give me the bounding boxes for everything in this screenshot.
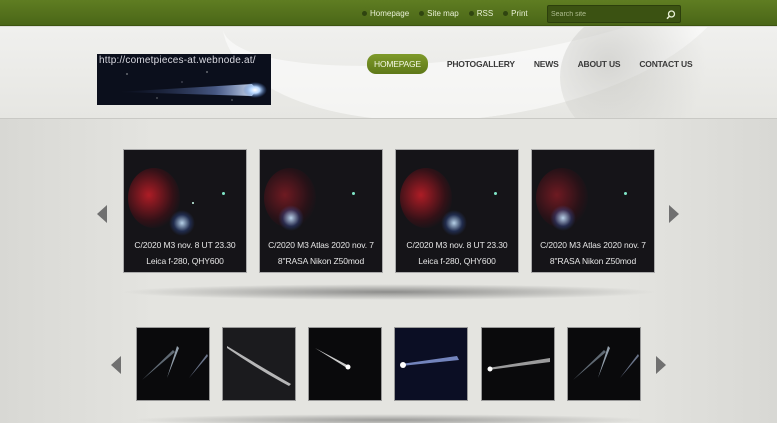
gallery-card-caption: C/2020 M3 nov. 8 UT 23.30 Leica f-280, Q…: [396, 234, 518, 272]
bullet-icon: [419, 11, 425, 16]
main-nav: HOMEPAGE PHOTOGALLERY NEWS ABOUT US CONT…: [367, 54, 693, 74]
print-link[interactable]: Print: [503, 9, 528, 18]
bullet-icon: [468, 11, 474, 16]
caption-line-2: Leica f-280, QHY600: [146, 256, 224, 266]
top-bar: Homepage Site map RSS Print: [0, 0, 777, 26]
gallery-next-arrow-icon[interactable]: [669, 205, 679, 223]
nav-homepage[interactable]: HOMEPAGE: [367, 54, 428, 74]
star-dot: [624, 192, 627, 195]
bullet-icon: [503, 11, 509, 16]
nav-news[interactable]: NEWS: [534, 59, 559, 69]
nebula-image-glow: [169, 210, 195, 236]
thumbnail[interactable]: [567, 327, 641, 401]
star-dot: [192, 202, 194, 204]
rss-link[interactable]: RSS: [468, 9, 494, 18]
homepage-link-label: Homepage: [370, 9, 410, 18]
nav-photogallery[interactable]: PHOTOGALLERY: [447, 59, 515, 69]
rss-link-label: RSS: [476, 9, 494, 18]
gallery-card[interactable]: C/2020 M3 nov. 8 UT 23.30 Leica f-280, Q…: [123, 149, 247, 273]
comet-thumbnail-image: [142, 346, 208, 380]
top-links: Homepage Site map RSS Print: [362, 9, 528, 18]
thumbs-next-arrow-icon[interactable]: [656, 356, 666, 374]
caption-line-2: Leica f-280, QHY600: [418, 256, 496, 266]
gallery-card[interactable]: C/2020 M3 nov. 8 UT 23.30 Leica f-280, Q…: [395, 149, 519, 273]
nav-contact-us[interactable]: CONTACT US: [639, 59, 692, 69]
homepage-link[interactable]: Homepage: [362, 9, 409, 18]
gallery-card-caption: C/2020 M3 Atlas 2020 nov. 7 8"RASA Nikon…: [532, 234, 654, 272]
main-content: [0, 119, 777, 423]
caption-line-2: 8"RASA Nikon Z50mod: [277, 256, 365, 266]
nebula-image-glow: [278, 205, 304, 231]
thumbnail[interactable]: [222, 327, 296, 401]
thumbnail[interactable]: [136, 327, 210, 401]
caption-line-1: C/2020 M3 Atlas 2020 nov. 7: [268, 240, 374, 250]
caption-line-1: C/2020 M3 nov. 8 UT 23.30: [134, 240, 236, 250]
comet-thumbnail-image: [395, 328, 467, 400]
thumbnail[interactable]: [394, 327, 468, 401]
nav-about-us[interactable]: ABOUT US: [578, 59, 621, 69]
search-input[interactable]: [551, 8, 661, 21]
gallery-card[interactable]: C/2020 M3 Atlas 2020 nov. 7 8"RASA Nikon…: [259, 149, 383, 273]
caption-line-2: 8"RASA Nikon Z50mod: [549, 256, 637, 266]
logo-url-text: http://cometpieces-at.webnode.at/: [99, 55, 256, 66]
comet-thumbnail-image: [223, 328, 295, 400]
thumbnail-shadow: [130, 414, 650, 423]
search-button[interactable]: [665, 8, 677, 20]
star-dot: [352, 192, 355, 195]
site-map-link-label: Site map: [427, 9, 459, 18]
caption-line-1: C/2020 M3 nov. 8 UT 23.30: [406, 240, 508, 250]
star-dot: [222, 192, 225, 195]
comet-thumbnail-image: [573, 346, 639, 380]
thumbs-prev-arrow-icon[interactable]: [111, 356, 121, 374]
search-box: [547, 5, 681, 23]
nebula-image-glow: [441, 210, 467, 236]
gallery-card[interactable]: C/2020 M3 Atlas 2020 nov. 7 8"RASA Nikon…: [531, 149, 655, 273]
gallery-prev-arrow-icon[interactable]: [97, 205, 107, 223]
header: http://cometpieces-at.webnode.at/ HOMEPA…: [0, 27, 777, 119]
comet-thumbnail-image: [315, 348, 351, 370]
print-link-label: Print: [511, 9, 528, 18]
gallery-shadow: [120, 284, 658, 300]
thumbnail[interactable]: [308, 327, 382, 401]
gallery-card-caption: C/2020 M3 Atlas 2020 nov. 7 8"RASA Nikon…: [260, 234, 382, 272]
bullet-icon: [362, 11, 367, 16]
thumbnail[interactable]: [481, 327, 555, 401]
site-map-link[interactable]: Site map: [419, 9, 459, 18]
caption-line-1: C/2020 M3 Atlas 2020 nov. 7: [540, 240, 646, 250]
comet-thumbnail-image: [487, 358, 550, 372]
gallery-card-caption: C/2020 M3 nov. 8 UT 23.30 Leica f-280, Q…: [124, 234, 246, 272]
site-logo[interactable]: http://cometpieces-at.webnode.at/: [97, 54, 271, 105]
nebula-image-glow: [550, 205, 576, 231]
search-icon: [666, 10, 676, 20]
star-dot: [494, 192, 497, 195]
